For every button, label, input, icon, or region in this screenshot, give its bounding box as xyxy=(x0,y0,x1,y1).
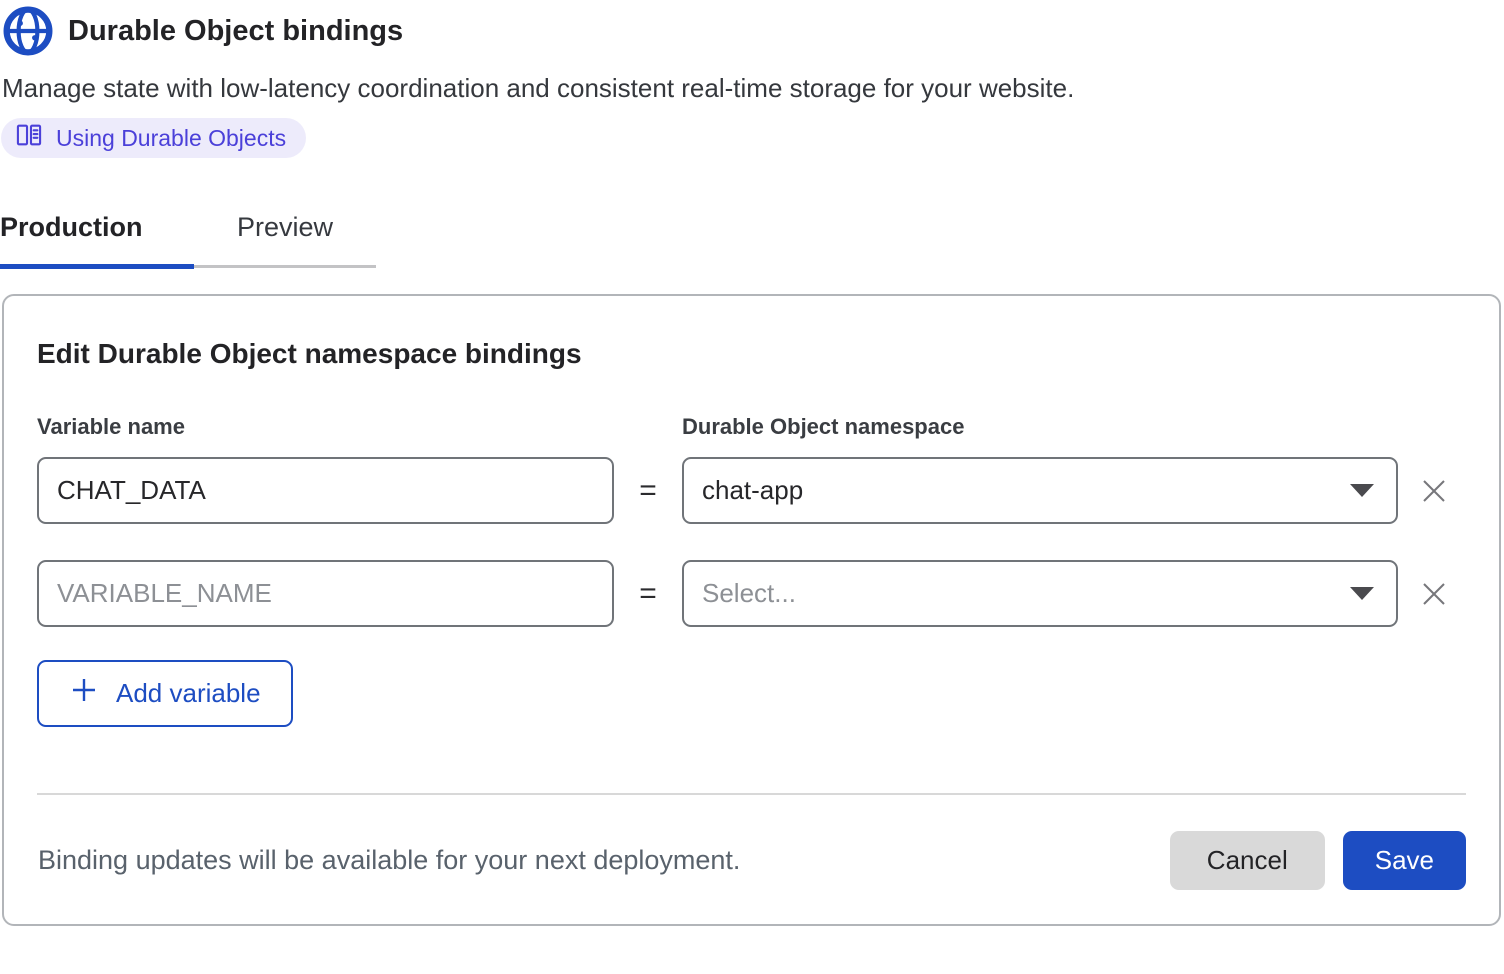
tab-production[interactable]: Production xyxy=(0,212,194,269)
remove-binding-button[interactable] xyxy=(1415,472,1453,510)
card-footer: Binding updates will be available for yo… xyxy=(37,831,1466,890)
footer-actions: Cancel Save xyxy=(1170,831,1466,890)
environment-tabs: Production Preview xyxy=(0,212,376,268)
variable-name-input[interactable] xyxy=(37,457,614,524)
cancel-button[interactable]: Cancel xyxy=(1170,831,1325,890)
binding-row: = chat-app xyxy=(37,457,1466,524)
variable-name-label: Variable name xyxy=(37,414,614,440)
column-labels: Variable name Durable Object namespace xyxy=(37,414,1466,440)
binding-row: = Select... xyxy=(37,560,1466,627)
namespace-select[interactable]: chat-app xyxy=(682,457,1398,524)
save-button[interactable]: Save xyxy=(1343,831,1466,890)
namespace-select-value: Select... xyxy=(702,578,796,609)
namespace-label: Durable Object namespace xyxy=(682,414,1398,440)
card-divider xyxy=(37,793,1466,795)
page-description: Manage state with low-latency coordinati… xyxy=(0,73,1504,104)
card-heading: Edit Durable Object namespace bindings xyxy=(37,338,1466,370)
close-icon xyxy=(1419,494,1449,509)
add-variable-button[interactable]: Add variable xyxy=(37,660,293,727)
durable-objects-settings-page: Durable Object bindings Manage state wit… xyxy=(0,0,1504,926)
tab-preview[interactable]: Preview xyxy=(194,212,376,265)
globe-icon xyxy=(3,6,53,56)
namespace-select-value: chat-app xyxy=(702,475,803,506)
variable-name-input[interactable] xyxy=(37,560,614,627)
deployment-note: Binding updates will be available for yo… xyxy=(37,845,740,876)
chevron-down-icon xyxy=(1350,587,1374,600)
bindings-editor-card: Edit Durable Object namespace bindings V… xyxy=(2,294,1501,926)
page-header: Durable Object bindings xyxy=(0,6,1504,56)
plus-icon xyxy=(69,675,99,712)
remove-binding-button[interactable] xyxy=(1415,575,1453,613)
close-icon xyxy=(1419,597,1449,612)
namespace-select[interactable]: Select... xyxy=(682,560,1398,627)
chevron-down-icon xyxy=(1350,484,1374,497)
page-title: Durable Object bindings xyxy=(68,15,403,48)
equals-sign: = xyxy=(614,577,682,611)
add-variable-label: Add variable xyxy=(116,678,261,709)
book-icon xyxy=(15,121,43,155)
docs-link-badge[interactable]: Using Durable Objects xyxy=(1,118,306,158)
docs-link-label: Using Durable Objects xyxy=(56,125,286,152)
equals-sign: = xyxy=(614,474,682,508)
